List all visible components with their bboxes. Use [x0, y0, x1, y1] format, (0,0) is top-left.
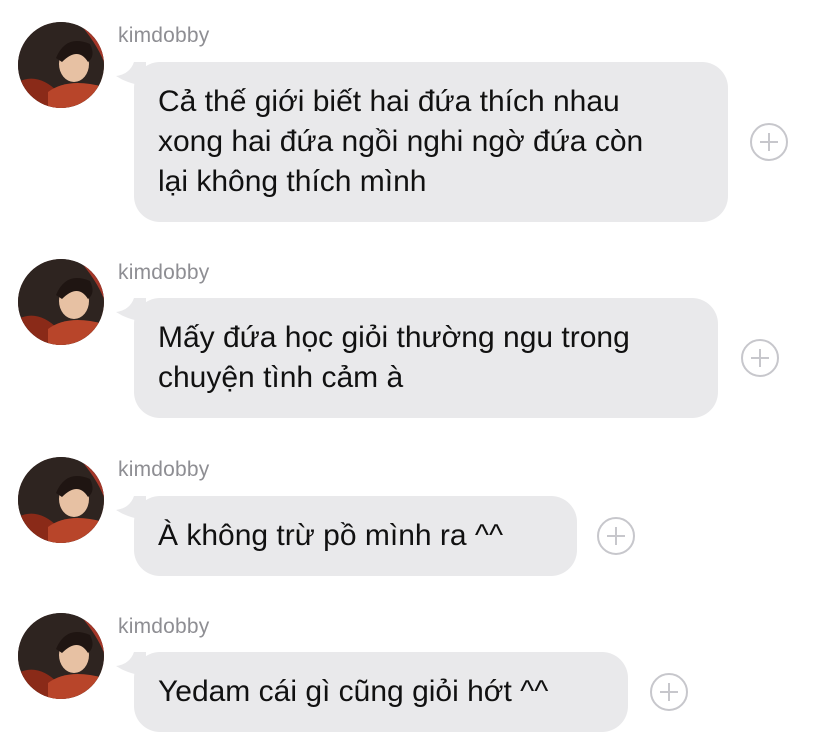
message-line: Mấy đứa học giỏi thường ngu trong	[158, 321, 630, 354]
avatar[interactable]	[18, 22, 104, 108]
add-reaction-icon[interactable]	[741, 339, 779, 377]
avatar-photo-icon	[18, 259, 104, 345]
sender-name: kimdobby	[118, 261, 210, 284]
message-line: À không trừ pồ mình ra ^^	[158, 519, 504, 552]
message-bubble[interactable]: Cả thế giới biết hai đứa thích nhau xong…	[134, 62, 728, 222]
message-bubble[interactable]: Mấy đứa học giỏi thường ngu trong chuyện…	[134, 298, 718, 418]
message-line: lại không thích mình	[158, 165, 427, 198]
message-line: xong hai đứa ngồi nghi ngờ đứa còn	[158, 125, 644, 158]
avatar-photo-icon	[18, 613, 104, 699]
message-line: Cả thế giới biết hai đứa thích nhau	[158, 85, 620, 118]
add-reaction-icon[interactable]	[597, 517, 635, 555]
avatar-photo-icon	[18, 22, 104, 108]
message-bubble[interactable]: À không trừ pồ mình ra ^^	[134, 496, 577, 576]
avatar-photo-icon	[18, 457, 104, 543]
add-reaction-icon[interactable]	[650, 673, 688, 711]
avatar[interactable]	[18, 457, 104, 543]
sender-name: kimdobby	[118, 24, 210, 47]
add-reaction-icon[interactable]	[750, 123, 788, 161]
sender-name: kimdobby	[118, 615, 210, 638]
avatar[interactable]	[18, 259, 104, 345]
avatar[interactable]	[18, 613, 104, 699]
message-line: chuyện tình cảm à	[158, 361, 404, 394]
sender-name: kimdobby	[118, 458, 210, 481]
message-line: Yedam cái gì cũng giỏi hớt ^^	[158, 675, 549, 708]
message-bubble[interactable]: Yedam cái gì cũng giỏi hớt ^^	[134, 652, 628, 732]
